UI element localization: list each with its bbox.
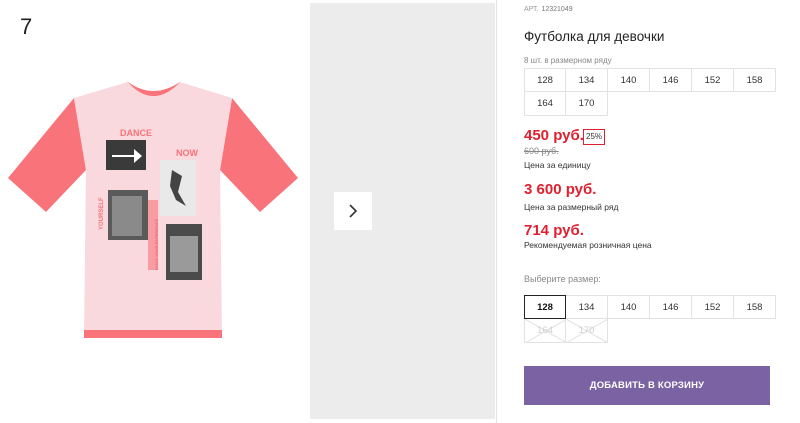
product-image[interactable]: DANCE NOW YOURSELF BUILD YOUR EXPERIENCE xyxy=(0,0,308,423)
pack-size-label: 8 шт. в размерном ряду xyxy=(524,56,612,65)
pack-price: 3 600 руб. xyxy=(524,181,597,198)
pack-size-cell: 128 xyxy=(524,68,566,92)
choose-size-label: Выберите размер: xyxy=(524,274,601,284)
svg-text:YOURSELF: YOURSELF xyxy=(99,197,105,230)
pack-size-grid: 128 134 140 146 152 158 164 170 xyxy=(524,68,776,116)
article-label: АРТ. xyxy=(524,6,539,13)
old-price: 600 руб. xyxy=(524,146,559,156)
add-to-cart-button[interactable]: ДОБАВИТЬ В КОРЗИНУ xyxy=(524,366,770,405)
size-option-158[interactable]: 158 xyxy=(734,295,776,319)
chevron-right-icon xyxy=(349,204,358,218)
pack-size-cell: 152 xyxy=(692,68,734,92)
size-option-164-unavailable: 164 xyxy=(524,319,567,343)
size-option-label: 170 xyxy=(578,325,595,336)
pack-size-cell: 170 xyxy=(566,92,608,116)
unit-price-label: Цена за единицу xyxy=(524,160,591,170)
pack-size-cell: 158 xyxy=(734,68,776,92)
size-option-134[interactable]: 134 xyxy=(566,295,608,319)
size-option-128[interactable]: 128 xyxy=(524,295,566,319)
size-selector: 128 134 140 146 152 158 164 170 xyxy=(524,295,776,343)
size-option-146[interactable]: 146 xyxy=(650,295,692,319)
article-value: 12321049 xyxy=(541,6,573,13)
pack-size-cell: 146 xyxy=(650,68,692,92)
svg-text:DANCE: DANCE xyxy=(120,128,152,138)
size-option-170-unavailable: 170 xyxy=(566,319,608,343)
next-image-button[interactable] xyxy=(334,192,372,230)
divider xyxy=(496,0,497,423)
t-shirt-illustration: DANCE NOW YOURSELF BUILD YOUR EXPERIENCE xyxy=(8,80,298,338)
recommended-retail-price-label: Рекомендуемая розничная цена xyxy=(524,240,652,250)
pack-size-cell: 140 xyxy=(608,68,650,92)
pack-price-label: Цена за размерный ряд xyxy=(524,202,619,212)
size-option-140[interactable]: 140 xyxy=(608,295,650,319)
discount-badge: 25% xyxy=(583,129,606,145)
unit-price: 450 руб. xyxy=(524,127,584,144)
pack-size-cell: 164 xyxy=(524,92,566,116)
article-number: АРТ. 12321049 xyxy=(524,6,573,13)
svg-text:NOW: NOW xyxy=(176,148,199,158)
gallery-thumbnail-panel xyxy=(310,3,495,419)
pack-size-cell: 134 xyxy=(566,68,608,92)
size-option-152[interactable]: 152 xyxy=(692,295,734,319)
svg-text:BUILD YOUR EXPERIENCE: BUILD YOUR EXPERIENCE xyxy=(154,218,159,270)
product-title: Футболка для девочки xyxy=(524,29,665,44)
size-option-label: 164 xyxy=(537,325,553,336)
recommended-retail-price: 714 руб. xyxy=(524,222,584,239)
